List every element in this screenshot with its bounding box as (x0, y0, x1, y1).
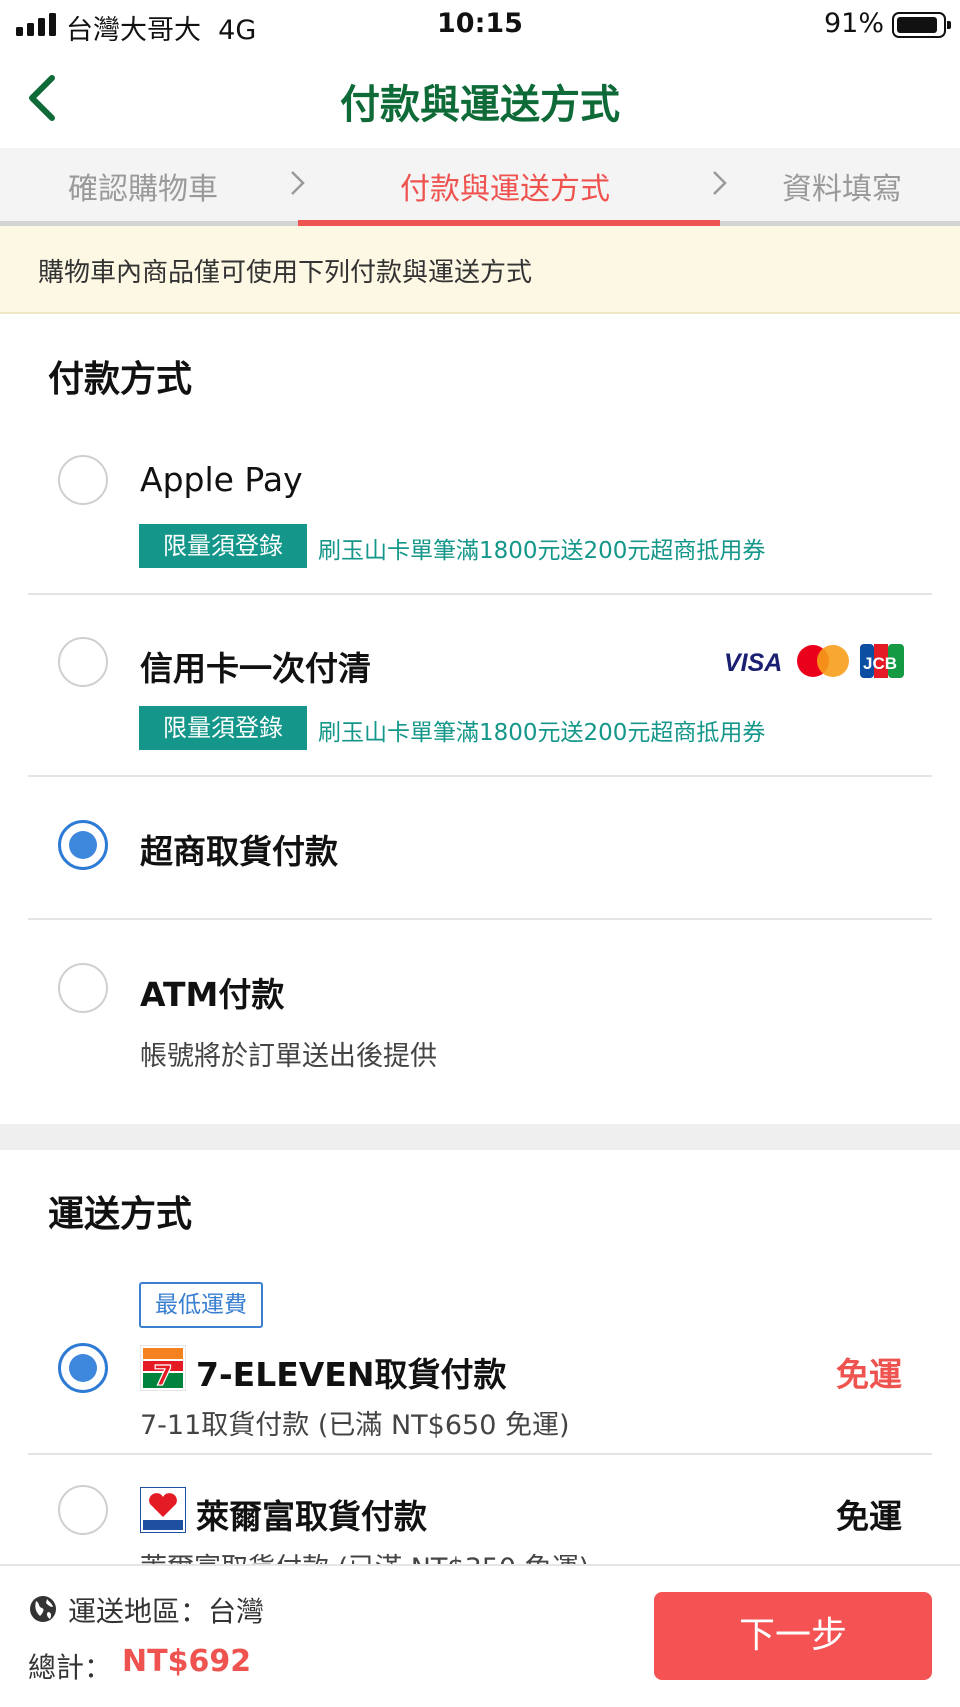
total-label: 總計： (28, 1651, 113, 1684)
divider (28, 775, 932, 777)
option-sub-atm: 帳號將於訂單送出後提供 (140, 1041, 437, 1072)
radio-hi-life[interactable] (58, 1485, 108, 1535)
chevron-right-icon (713, 171, 727, 195)
divider (28, 918, 932, 920)
divider (28, 593, 932, 595)
svg-text:7: 7 (153, 1359, 172, 1391)
step-payment-shipping[interactable]: 付款與運送方式 (400, 164, 610, 208)
radio-atm[interactable] (58, 963, 108, 1013)
shipping-section-title: 運送方式 (48, 1194, 193, 1235)
hi-life-logo (140, 1487, 186, 1533)
option-label-7-eleven[interactable]: 7-ELEVEN取貨付款 (196, 1348, 506, 1396)
shipping-fee-hi-life: 免運 (836, 1497, 902, 1536)
promo-tag: 限量須登錄 (139, 706, 307, 750)
shipping-fee-7-eleven: 免運 (836, 1355, 902, 1394)
checkout-steps: 確認購物車 付款與運送方式 資料填寫 (0, 148, 960, 226)
option-label-atm[interactable]: ATM付款 (140, 968, 284, 1016)
radio-credit-card[interactable] (58, 637, 108, 687)
radio-7-eleven[interactable] (58, 1343, 108, 1393)
notice-banner: 購物車內商品僅可使用下列付款與運送方式 (0, 226, 960, 314)
option-sub-7-eleven: 7-11取貨付款 (已滿 NT$650 免運) (140, 1410, 570, 1441)
lowest-fee-badge: 最低運費 (139, 1282, 263, 1328)
shipping-region[interactable]: 運送地區：台灣 (68, 1590, 264, 1630)
divider (28, 1453, 932, 1455)
page-title: 付款與運送方式 (340, 82, 620, 128)
globe-icon (30, 1596, 56, 1622)
promo-text: 刷玉山卡單筆滿1800元送200元超商抵用券 (318, 720, 766, 746)
7-eleven-logo: 7 (140, 1345, 186, 1391)
notice-text: 購物車內商品僅可使用下列付款與運送方式 (38, 258, 533, 288)
radio-apple-pay[interactable] (58, 455, 108, 505)
battery-icon (892, 12, 951, 38)
status-bar: 台灣大哥大 4G 10:15 91% (0, 0, 960, 50)
step-fill-info[interactable]: 資料填寫 (782, 164, 902, 208)
total-amount: NT$692 (122, 1644, 252, 1679)
option-label-store-pickup-pay[interactable]: 超商取貨付款 (140, 825, 338, 873)
battery-percent: 91% (823, 8, 884, 39)
promo-tag: 限量須登錄 (139, 524, 307, 568)
step-confirm-cart[interactable]: 確認購物車 (68, 164, 218, 208)
option-label-credit-card[interactable]: 信用卡一次付清 (140, 642, 371, 690)
radio-store-pickup-pay[interactable] (58, 820, 108, 870)
option-label-apple-pay[interactable]: Apple Pay (140, 460, 303, 499)
clock: 10:15 (437, 8, 523, 39)
chevron-right-icon (291, 171, 305, 195)
next-step-button[interactable]: 下一步 (654, 1592, 932, 1680)
payment-section-title: 付款方式 (48, 359, 193, 400)
nav-header: 付款與運送方式 (0, 50, 960, 148)
checkout-bottom-bar: 運送地區：台灣 總計： NT$692 下一步 (0, 1564, 960, 1707)
promo-text: 刷玉山卡單筆滿1800元送200元超商抵用券 (318, 538, 766, 564)
card-brands-icon: VISA JCB (724, 644, 904, 678)
svg-text:VISA: VISA (724, 649, 782, 677)
section-separator (0, 1124, 960, 1150)
svg-text:JCB: JCB (863, 654, 897, 673)
option-label-hi-life[interactable]: 萊爾富取貨付款 (196, 1490, 427, 1538)
